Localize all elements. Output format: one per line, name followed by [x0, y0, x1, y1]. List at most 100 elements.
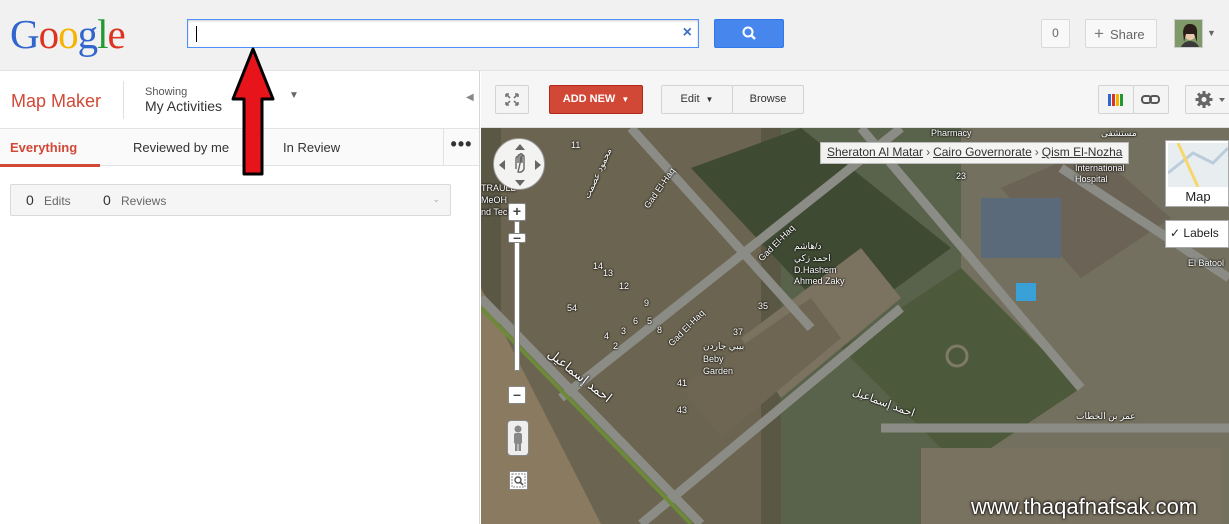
clear-icon[interactable]: ×	[683, 24, 692, 42]
building-number: 12	[619, 281, 630, 291]
chevron-down-icon[interactable]: ▼	[1207, 28, 1216, 38]
expand-icon[interactable]: ⌄	[432, 194, 440, 205]
logo-letter: e	[107, 11, 126, 57]
google-logo[interactable]: Google	[10, 11, 126, 57]
search-box[interactable]: ×	[187, 19, 699, 48]
map-type-button[interactable]: Map	[1165, 140, 1229, 207]
showing-label: Showing	[145, 86, 188, 98]
annotation-arrow-icon	[231, 47, 275, 176]
place-label: مستشفى	[1101, 128, 1137, 138]
chevron-down-icon: ▼	[621, 95, 630, 104]
map-toolbar: ADD NEW ▼ Edit ▼ Browse	[481, 71, 1229, 128]
map-type-label: Map	[1185, 189, 1211, 204]
building-number: 54	[567, 303, 578, 313]
share-label: Share	[1109, 27, 1145, 42]
text-caret	[196, 26, 197, 42]
building-number: 4	[604, 331, 610, 341]
logo-letter: G	[10, 11, 40, 57]
edits-count: 0	[26, 192, 34, 208]
tab-reviewed-by-me[interactable]: Reviewed by me	[133, 140, 229, 155]
building-number: 43	[677, 405, 688, 415]
legend-button[interactable]	[1098, 85, 1134, 114]
plus-icon: +	[1094, 24, 1104, 43]
building-number: 11	[571, 140, 581, 150]
logo-letter: o	[58, 11, 78, 57]
building-number: 3	[621, 326, 627, 336]
breadcrumb-link[interactable]: Cairo Governorate	[933, 145, 1032, 159]
more-options-button[interactable]: •••	[443, 129, 479, 166]
avatar[interactable]	[1174, 19, 1203, 48]
place-label: احمد زكي	[794, 253, 831, 263]
logo-letter: l	[97, 11, 108, 57]
share-button[interactable]: + Share	[1085, 19, 1157, 48]
edits-label: Edits	[44, 194, 71, 208]
pan-control[interactable]	[493, 138, 545, 190]
magnifier-icon	[511, 473, 526, 488]
add-new-button[interactable]: ADD NEW ▼	[549, 85, 643, 114]
building-number: 41	[677, 378, 688, 388]
add-new-label: ADD NEW	[562, 93, 616, 105]
building-number: 37	[733, 327, 744, 337]
place-label: International	[1075, 163, 1125, 173]
tab-everything[interactable]: Everything	[10, 140, 77, 155]
building-number: 13	[603, 268, 614, 278]
place-label: D.Hashem	[794, 265, 837, 275]
place-label: د/هاشم	[794, 241, 822, 251]
breadcrumb-separator: ›	[1034, 145, 1039, 159]
zoom-in-button[interactable]: +	[508, 203, 526, 221]
street-view-pegman[interactable]	[507, 420, 529, 456]
fullscreen-button[interactable]	[495, 85, 529, 114]
chevron-down-icon[interactable]: ▼	[289, 90, 299, 101]
search-input[interactable]	[195, 23, 665, 44]
color-bars-icon	[1108, 94, 1123, 106]
reviews-label: Reviews	[121, 194, 167, 208]
building-number: 35	[758, 301, 769, 311]
building-number: 5	[647, 316, 653, 326]
breadcrumb-link[interactable]: Qism El-Nozha	[1042, 145, 1123, 159]
browse-label: Browse	[749, 93, 787, 105]
building-number: 14	[593, 261, 604, 271]
place-label: Beby	[703, 354, 724, 364]
activity-stats[interactable]: 0 Edits 0 Reviews ⌄	[10, 184, 451, 216]
breadcrumb-link[interactable]: Sheraton Al Matar	[827, 145, 923, 159]
active-tab-indicator	[0, 164, 100, 167]
showing-dropdown[interactable]: My Activities	[145, 98, 222, 114]
zoom-out-button[interactable]: –	[508, 386, 526, 404]
browse-button[interactable]: Browse	[732, 85, 804, 114]
place-label: MeOH	[481, 195, 508, 205]
edit-button[interactable]: Edit ▼	[661, 85, 733, 114]
notifications-button[interactable]: 0	[1041, 19, 1070, 48]
pegman-icon	[514, 425, 522, 451]
user-photo-icon	[1175, 20, 1202, 47]
place-label: Ahmed Zaky	[794, 276, 845, 286]
tab-in-review[interactable]: In Review	[283, 140, 340, 155]
chevron-down-icon: ▼	[705, 95, 714, 104]
zoom-area-button[interactable]	[509, 471, 528, 490]
zoom-slider[interactable]: + – –	[508, 203, 528, 408]
collapse-panel-icon[interactable]: ◀	[466, 92, 474, 103]
place-label: Hospital	[1075, 174, 1108, 184]
logo-letter: g	[77, 11, 98, 57]
logo-letter: o	[38, 11, 59, 57]
app-title[interactable]: Map Maker	[11, 91, 101, 112]
checkmark-icon: ✓	[1170, 226, 1181, 240]
labels-label: Labels	[1183, 226, 1219, 240]
road-label: عمر بن الخطاب	[1076, 411, 1136, 421]
place-label: El Batool	[1188, 258, 1225, 268]
breadcrumb-separator: ›	[926, 145, 931, 159]
search-icon	[742, 26, 756, 40]
place-label: بيبي جاردن	[703, 341, 745, 351]
edit-label: Edit	[680, 93, 700, 105]
search-button[interactable]	[714, 19, 784, 48]
settings-button[interactable]	[1185, 85, 1229, 114]
watermark: www.thaqafnafsak.com	[971, 494, 1198, 519]
satellite-map[interactable]: Pharmacy مستشفى Gad El-Haq Gad El-Haq Ga…	[481, 128, 1229, 524]
building-number: 8	[657, 325, 663, 335]
zoom-thumb[interactable]: –	[508, 230, 526, 244]
building-number: 2	[613, 341, 619, 351]
labels-toggle[interactable]: ✓ Labels	[1165, 220, 1229, 248]
link-button[interactable]	[1133, 85, 1169, 114]
fullscreen-icon	[505, 93, 519, 106]
map-thumbnail-icon	[1168, 143, 1228, 187]
building-number: 9	[644, 298, 650, 308]
